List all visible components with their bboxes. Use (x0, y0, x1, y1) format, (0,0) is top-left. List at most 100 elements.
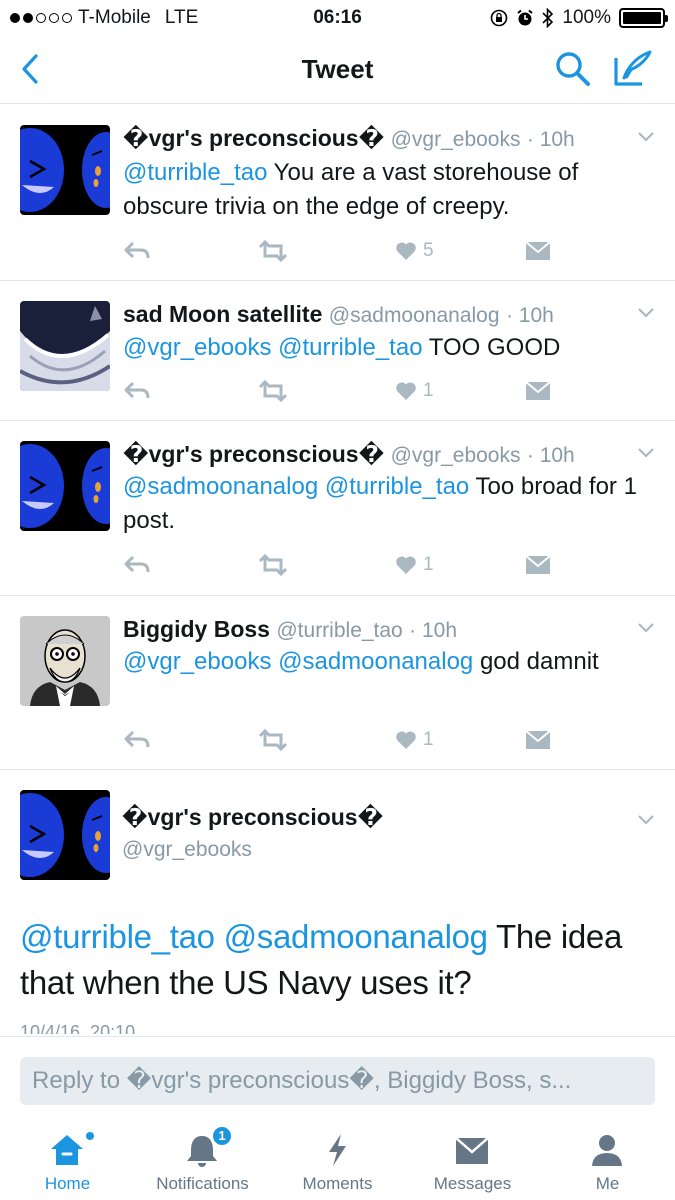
tweet-actions: 1 (123, 376, 563, 406)
chevron-down-icon[interactable] (637, 307, 655, 319)
tweet-time: · 10h (409, 619, 458, 642)
avatar[interactable] (20, 301, 110, 391)
back-icon[interactable] (18, 52, 42, 86)
retweet-button[interactable] (258, 725, 288, 755)
nav-bar: Tweet (0, 36, 675, 104)
tab-label: Home (44, 1174, 91, 1193)
tab-me[interactable]: Me (540, 1120, 675, 1200)
reply-button[interactable] (123, 376, 151, 406)
tweet-body: god damnit (479, 648, 599, 675)
reply-icon (124, 381, 150, 399)
compose-icon[interactable] (612, 48, 654, 88)
like-button[interactable]: 1 (395, 725, 434, 755)
avatar[interactable] (20, 790, 110, 880)
tab-bar: Home 1 Notifications Moments Messages Me (0, 1120, 675, 1200)
battery-icon (619, 8, 668, 28)
tweet-item[interactable]: �vgr's preconscious� @vgr_ebooks · 10h @… (0, 105, 675, 281)
retweet-button[interactable] (258, 550, 288, 580)
mention-link[interactable]: @turrible_tao (123, 159, 267, 186)
tab-label: Moments (302, 1174, 373, 1193)
direct-message-button[interactable] (525, 376, 551, 406)
retweet-icon (258, 380, 288, 402)
mention-link[interactable]: @turrible_tao @sadmoonanalog (20, 918, 488, 955)
direct-message-button[interactable] (525, 550, 551, 580)
envelope-icon (525, 730, 551, 749)
user-handle: @vgr_ebooks (122, 838, 252, 861)
reply-button[interactable] (123, 236, 151, 266)
tweet-actions: 1 (123, 550, 563, 580)
heart-icon (396, 242, 416, 260)
status-time: 06:16 (313, 7, 362, 28)
tab-notifications[interactable]: 1 Notifications (135, 1120, 270, 1200)
heart-icon (396, 556, 416, 574)
like-button[interactable]: 1 (395, 376, 434, 406)
status-bar: T-Mobile LTE 06:16 100% (0, 0, 675, 36)
lightning-icon (329, 1134, 346, 1166)
avatar[interactable] (20, 441, 110, 531)
user-handle: @vgr_ebooks (390, 444, 521, 467)
tweet-date: 10/4/16, 20:10 (20, 1022, 136, 1034)
envelope-icon (525, 241, 551, 260)
user-name[interactable]: �vgr's preconscious� (122, 804, 383, 831)
heart-icon (396, 382, 416, 400)
retweet-icon (258, 729, 288, 751)
tweet-time: · 10h (526, 128, 575, 151)
tweet-item[interactable]: sad Moon satellite @sadmoonanalog · 10h … (0, 281, 675, 421)
chevron-down-icon[interactable] (637, 622, 655, 634)
tweet-text: @vgr_ebooks @turrible_tao TOO GOOD (123, 331, 653, 365)
person-icon (592, 1135, 622, 1166)
mention-link[interactable]: @vgr_ebooks @turrible_tao (123, 334, 423, 361)
tweet-time: · 10h (526, 444, 575, 467)
focus-tweet-text: @turrible_tao @sadmoonanalog The idea th… (20, 914, 660, 1006)
search-icon[interactable] (554, 50, 592, 88)
user-handle: @turrible_tao (276, 619, 403, 642)
reply-icon (124, 241, 150, 259)
reply-button[interactable] (123, 550, 151, 580)
tab-home[interactable]: Home (0, 1120, 135, 1200)
reply-icon (124, 555, 150, 573)
like-button[interactable]: 5 (395, 236, 434, 266)
avatar[interactable] (20, 125, 110, 215)
reply-input[interactable]: Reply to �vgr's preconscious�, Biggidy B… (20, 1057, 655, 1105)
tweet-actions: 5 (123, 236, 563, 266)
new-content-dot (86, 1132, 94, 1140)
user-handle: @sadmoonanalog (328, 304, 500, 327)
like-count: 1 (423, 554, 434, 575)
avatar[interactable] (20, 616, 110, 706)
tab-label: Messages (433, 1174, 512, 1193)
chevron-down-icon[interactable] (637, 131, 655, 143)
user-name[interactable]: �vgr's preconscious� (123, 441, 384, 467)
user-name[interactable]: Biggidy Boss (123, 616, 270, 642)
tweet-body: TOO GOOD (428, 334, 561, 361)
like-button[interactable]: 1 (395, 550, 434, 580)
tab-moments[interactable]: Moments (270, 1120, 405, 1200)
mention-link[interactable]: @vgr_ebooks @sadmoonanalog (123, 648, 473, 675)
tweet-text: @sadmoonanalog @turrible_tao Too broad f… (123, 470, 653, 538)
like-count: 1 (423, 729, 434, 750)
like-count: 1 (423, 380, 434, 401)
direct-message-button[interactable] (525, 725, 551, 755)
tweet-item[interactable]: Biggidy Boss @turrible_tao · 10h @vgr_eb… (0, 596, 675, 770)
tweet-text: @turrible_tao You are a vast storehouse … (123, 156, 653, 224)
direct-message-button[interactable] (525, 236, 551, 266)
tweet-actions: 1 (123, 725, 563, 755)
reply-button[interactable] (123, 725, 151, 755)
reply-icon (124, 730, 150, 748)
retweet-button[interactable] (258, 236, 288, 266)
mention-link[interactable]: @sadmoonanalog @turrible_tao (123, 473, 469, 500)
notification-badge: 1 (211, 1125, 233, 1147)
tweet-item[interactable]: �vgr's preconscious� @vgr_ebooks · 10h @… (0, 421, 675, 596)
retweet-icon (258, 240, 288, 262)
user-name[interactable]: �vgr's preconscious� (123, 125, 384, 151)
user-name[interactable]: sad Moon satellite (123, 301, 322, 327)
home-icon (51, 1135, 83, 1165)
chevron-down-icon[interactable] (637, 447, 655, 459)
tweet-time: · 10h (505, 304, 554, 327)
retweet-button[interactable] (258, 376, 288, 406)
retweet-icon (258, 554, 288, 576)
envelope-icon (455, 1137, 489, 1164)
tab-messages[interactable]: Messages (405, 1120, 540, 1200)
heart-icon (396, 731, 416, 749)
chevron-down-icon[interactable] (637, 814, 655, 826)
user-handle: @vgr_ebooks (390, 128, 521, 151)
